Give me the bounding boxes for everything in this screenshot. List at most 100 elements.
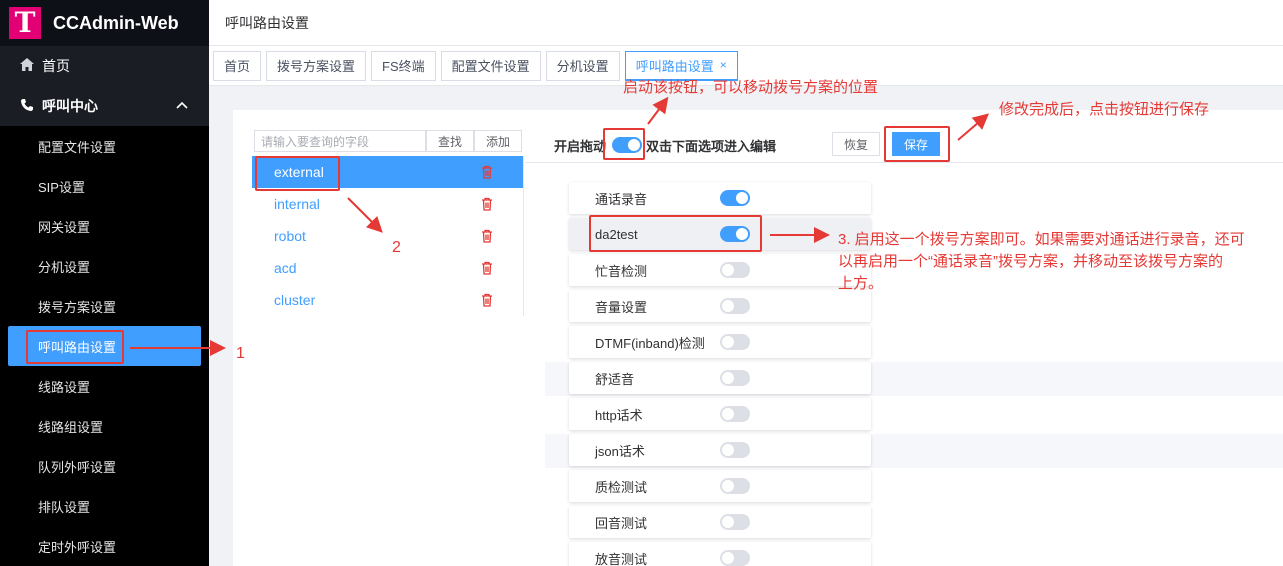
trash-icon[interactable] xyxy=(481,293,493,307)
page-title: 呼叫路由设置 xyxy=(225,14,309,31)
option-toggle[interactable] xyxy=(720,550,750,566)
option-toggle[interactable] xyxy=(720,478,750,494)
option-label: DTMF(inband)检测 xyxy=(595,335,705,351)
sidebar-item-home[interactable]: 首页 xyxy=(0,46,209,86)
option-toggle[interactable] xyxy=(720,514,750,530)
sidebar-item-6[interactable]: 线路设置 xyxy=(0,366,209,406)
option-label: 放音测试 xyxy=(595,551,648,566)
tab-label: 拨号方案设置 xyxy=(277,59,356,74)
annotation-note-save: 修改完成后，点击按钮进行保存 xyxy=(999,101,1210,118)
sidebar-group-label: 呼叫中心 xyxy=(42,98,98,114)
drag-toggle[interactable] xyxy=(612,137,642,153)
close-icon[interactable]: × xyxy=(720,58,727,72)
list-item[interactable]: internal xyxy=(252,188,523,220)
option-label: 音量设置 xyxy=(595,299,648,315)
list-item[interactable]: robot xyxy=(252,220,523,252)
sidebar-item-5[interactable]: 呼叫路由设置 xyxy=(8,326,201,366)
annotation-note-step3-line3: 上方。 xyxy=(838,275,884,292)
list-item[interactable]: external xyxy=(252,156,523,188)
brand: T CCAdmin-Web xyxy=(0,0,209,46)
dialplan-option[interactable]: 音量设置 xyxy=(569,290,871,322)
plan-name: robot xyxy=(274,228,306,244)
dialplan-option[interactable]: 通话录音 xyxy=(569,182,871,214)
sidebar-item-7[interactable]: 线路组设置 xyxy=(0,406,209,446)
option-label: da2test xyxy=(595,226,638,242)
phone-icon xyxy=(20,98,36,115)
tab-label: 首页 xyxy=(224,59,251,74)
tab-label: FS终端 xyxy=(382,59,425,74)
add-button[interactable]: 添加 xyxy=(474,130,522,152)
option-toggle[interactable] xyxy=(720,226,750,242)
trash-icon[interactable] xyxy=(481,197,493,211)
home-icon xyxy=(20,58,36,74)
edit-hint: 双击下面选项进入编辑 xyxy=(646,139,777,154)
option-toggle[interactable] xyxy=(720,190,750,206)
tab-label: 呼叫路由设置 xyxy=(635,58,714,74)
annotation-label-2: 2 xyxy=(392,239,401,256)
plan-name: acd xyxy=(274,260,297,276)
dialplan-option[interactable]: DTMF(inband)检测 xyxy=(569,326,871,358)
sidebar-item-4[interactable]: 拨号方案设置 xyxy=(0,286,209,326)
dialplan-option[interactable]: 舒适音 xyxy=(569,362,871,394)
sidebar-submenu: 配置文件设置 SIP设置 网关设置 分机设置 拨号方案设置 呼叫路由设置 线路设置 线路组设置… xyxy=(0,126,209,566)
dialplan-option[interactable]: 忙音检测 xyxy=(569,254,871,286)
plan-name: internal xyxy=(274,196,320,212)
page-header: 呼叫路由设置 xyxy=(209,0,1283,46)
trash-icon[interactable] xyxy=(481,229,493,243)
list-item[interactable]: cluster xyxy=(252,284,523,316)
option-label: http话术 xyxy=(595,407,643,423)
dialplan-option[interactable]: http话术 xyxy=(569,398,871,430)
dialplan-option[interactable]: 质检测试 xyxy=(569,470,871,502)
annotation-note-toggle: 启动该按钮，可以移动拨号方案的位置 xyxy=(623,79,879,96)
tab-2[interactable]: FS终端 xyxy=(371,50,436,81)
sidebar-group-call-center[interactable]: 呼叫中心 xyxy=(0,86,209,126)
dialplan-list: external internal robot acd cluster xyxy=(252,156,524,316)
option-label: 忙音检测 xyxy=(595,263,648,279)
sidebar-item-10[interactable]: 定时外呼设置 xyxy=(0,526,209,566)
save-button[interactable]: 保存 xyxy=(892,132,940,156)
app-title: CCAdmin-Web xyxy=(53,12,179,33)
sidebar-item-3[interactable]: 分机设置 xyxy=(0,246,209,286)
annotation-label-1: 1 xyxy=(236,345,245,362)
sidebar-item-label: 首页 xyxy=(42,58,70,74)
trash-icon[interactable] xyxy=(481,165,493,179)
tab-label: 配置文件设置 xyxy=(451,59,530,74)
tab-5[interactable]: 呼叫路由设置 × xyxy=(624,50,738,81)
option-toggle[interactable] xyxy=(720,334,750,350)
restore-button[interactable]: 恢复 xyxy=(832,132,880,156)
option-label: json话术 xyxy=(595,443,645,459)
search-input[interactable]: 请输入要查询的字段 xyxy=(254,130,426,152)
annotation-note-step3-line1: 3. 启用这一个拨号方案即可。如果需要对通话进行录音，还可 xyxy=(838,231,1245,248)
list-item[interactable]: acd xyxy=(252,252,523,284)
brand-logo: T xyxy=(9,7,41,39)
dialplan-option[interactable]: 回音测试 xyxy=(569,506,871,538)
tab-3[interactable]: 配置文件设置 xyxy=(440,50,541,81)
annotation-note-step3-line2: 以再启用一个“通话录音”拨号方案，并移动至该拨号方案的 xyxy=(838,253,1223,270)
option-toggle[interactable] xyxy=(720,406,750,422)
sidebar-item-9[interactable]: 排队设置 xyxy=(0,486,209,526)
option-label: 舒适音 xyxy=(595,371,635,387)
option-label: 通话录音 xyxy=(595,191,648,207)
option-toggle[interactable] xyxy=(720,262,750,278)
sidebar-item-1[interactable]: SIP设置 xyxy=(0,166,209,206)
tab-label: 分机设置 xyxy=(556,59,609,74)
option-toggle[interactable] xyxy=(720,442,750,458)
tab-0[interactable]: 首页 xyxy=(213,50,262,81)
tab-1[interactable]: 拨号方案设置 xyxy=(266,50,367,81)
sidebar-item-2[interactable]: 网关设置 xyxy=(0,206,209,246)
trash-icon[interactable] xyxy=(481,261,493,275)
option-label: 回音测试 xyxy=(595,515,648,531)
option-toggle[interactable] xyxy=(720,298,750,314)
sidebar-item-0[interactable]: 配置文件设置 xyxy=(0,126,209,166)
dialplan-option[interactable]: da2test xyxy=(569,218,871,250)
plan-name: external xyxy=(274,164,324,180)
dialplan-option[interactable]: json话术 xyxy=(569,434,871,466)
sidebar-item-8[interactable]: 队列外呼设置 xyxy=(0,446,209,486)
chevron-up-icon xyxy=(176,101,188,109)
plan-name: cluster xyxy=(274,292,316,308)
dialplan-option[interactable]: 放音测试 xyxy=(569,542,871,566)
search-button[interactable]: 查找 xyxy=(426,130,474,152)
tab-4[interactable]: 分机设置 xyxy=(545,50,620,81)
option-toggle[interactable] xyxy=(720,370,750,386)
option-label: 质检测试 xyxy=(595,479,648,495)
